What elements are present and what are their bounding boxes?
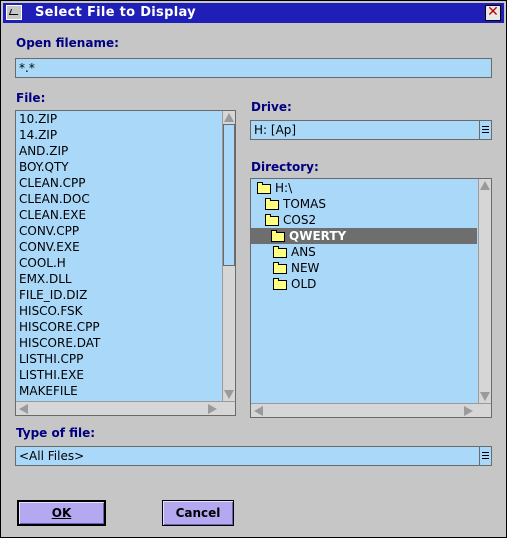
folder-icon bbox=[273, 278, 287, 290]
directory-item-label: H:\ bbox=[275, 181, 293, 195]
file-list-item[interactable]: 14.ZIP bbox=[19, 128, 57, 142]
file-list-item[interactable]: LISTHI.EXE bbox=[19, 368, 84, 382]
file-list[interactable]: 10.ZIP 14.ZIP AND.ZIP BOY.QTY CLEAN.CPP CLEAN… bbox=[15, 110, 236, 416]
open-filename-input[interactable]: *.* bbox=[15, 58, 492, 78]
open-filename-label: Open filename: bbox=[16, 36, 119, 50]
type-of-file-value: <All Files> bbox=[19, 449, 85, 463]
drive-value: H: [Ap] bbox=[254, 123, 297, 137]
close-button[interactable]: ✕ bbox=[485, 5, 501, 21]
file-list-item[interactable]: CONV.CPP bbox=[19, 224, 79, 238]
open-filename-value: *.* bbox=[19, 61, 35, 75]
scroll-down-arrow-icon[interactable] bbox=[480, 392, 490, 401]
folder-icon bbox=[273, 262, 287, 274]
directory-item[interactable]: OLD bbox=[251, 276, 477, 292]
file-list-horizontal-scrollbar[interactable] bbox=[16, 401, 235, 415]
drive-dropdown-button[interactable] bbox=[479, 121, 491, 139]
directory-item-label: TOMAS bbox=[283, 197, 326, 211]
file-list-item[interactable]: MAKEFILE bbox=[19, 384, 78, 398]
scroll-left-arrow-icon[interactable] bbox=[254, 406, 263, 416]
file-list-vertical-scrollbar[interactable] bbox=[222, 111, 235, 401]
file-list-item[interactable]: HISCO.FSK bbox=[19, 304, 83, 318]
cancel-button-label: Cancel bbox=[175, 506, 221, 520]
scroll-right-arrow-icon[interactable] bbox=[208, 404, 217, 414]
open-folder-icon bbox=[257, 182, 271, 194]
file-list-label: File: bbox=[16, 91, 46, 105]
scroll-down-arrow-icon[interactable] bbox=[224, 390, 234, 399]
open-folder-icon bbox=[265, 214, 279, 226]
title-bar[interactable]: Select File to Display ✕ bbox=[3, 3, 504, 23]
file-list-item[interactable]: CLEAN.DOC bbox=[19, 192, 90, 206]
directory-item-label: NEW bbox=[291, 261, 320, 275]
directory-horizontal-scrollbar[interactable] bbox=[251, 403, 491, 417]
file-list-item[interactable]: FILE_ID.DIZ bbox=[19, 288, 87, 302]
close-icon: ✕ bbox=[487, 4, 499, 20]
file-list-item[interactable]: CLEAN.EXE bbox=[19, 208, 86, 222]
type-of-file-dropdown-button[interactable] bbox=[479, 447, 491, 465]
directory-item[interactable]: TOMAS bbox=[251, 196, 477, 212]
file-list-scroll-thumb[interactable] bbox=[223, 124, 235, 266]
file-list-item[interactable]: HISCORE.DAT bbox=[19, 336, 100, 350]
drive-label: Drive: bbox=[251, 100, 292, 114]
scroll-right-arrow-icon[interactable] bbox=[464, 406, 473, 416]
scroll-left-arrow-icon[interactable] bbox=[19, 404, 28, 414]
open-folder-icon bbox=[265, 198, 279, 210]
directory-vertical-scrollbar[interactable] bbox=[478, 179, 491, 403]
file-list-item[interactable]: LISTHI.CPP bbox=[19, 352, 83, 366]
folder-icon bbox=[273, 246, 287, 258]
directory-item-label: COS2 bbox=[283, 213, 317, 227]
type-of-file-dropdown[interactable]: <All Files> bbox=[15, 446, 492, 466]
file-list-item[interactable]: CLEAN.CPP bbox=[19, 176, 86, 190]
file-list-item[interactable]: HISCORE.CPP bbox=[19, 320, 100, 334]
directory-item[interactable]: H:\ bbox=[251, 180, 477, 196]
scroll-up-arrow-icon[interactable] bbox=[224, 113, 234, 122]
directory-item-label: OLD bbox=[291, 277, 317, 291]
ok-button-label: OK bbox=[51, 506, 72, 520]
directory-item[interactable]: COS2 bbox=[251, 212, 477, 228]
select-file-dialog: Select File to Display ✕ Open filename: … bbox=[0, 0, 507, 538]
directory-item-label: QWERTY bbox=[289, 229, 347, 243]
directory-item[interactable]: QWERTY bbox=[251, 228, 477, 244]
file-list-item[interactable]: 10.ZIP bbox=[19, 112, 57, 126]
scroll-up-arrow-icon[interactable] bbox=[480, 181, 490, 190]
type-of-file-label: Type of file: bbox=[16, 426, 96, 440]
cancel-button[interactable]: Cancel bbox=[162, 500, 234, 526]
system-menu-icon[interactable] bbox=[6, 5, 22, 20]
file-list-item[interactable]: BOY.QTY bbox=[19, 160, 69, 174]
file-list-item[interactable]: EMX.DLL bbox=[19, 272, 72, 286]
open-folder-icon bbox=[271, 230, 285, 242]
ok-button[interactable]: OK bbox=[17, 500, 106, 526]
directory-item[interactable]: ANS bbox=[251, 244, 477, 260]
file-list-item[interactable]: COOL.H bbox=[19, 256, 66, 270]
file-list-item[interactable]: AND.ZIP bbox=[19, 144, 68, 158]
file-list-item[interactable]: CONV.EXE bbox=[19, 240, 80, 254]
directory-tree[interactable]: H:\ TOMAS COS2 QWERTY ANS NEW OLD bbox=[250, 178, 492, 418]
window-title: Select File to Display bbox=[35, 5, 196, 20]
directory-item[interactable]: NEW bbox=[251, 260, 477, 276]
directory-label: Directory: bbox=[251, 160, 319, 174]
directory-item-label: ANS bbox=[291, 245, 316, 259]
drive-dropdown[interactable]: H: [Ap] bbox=[250, 120, 492, 140]
